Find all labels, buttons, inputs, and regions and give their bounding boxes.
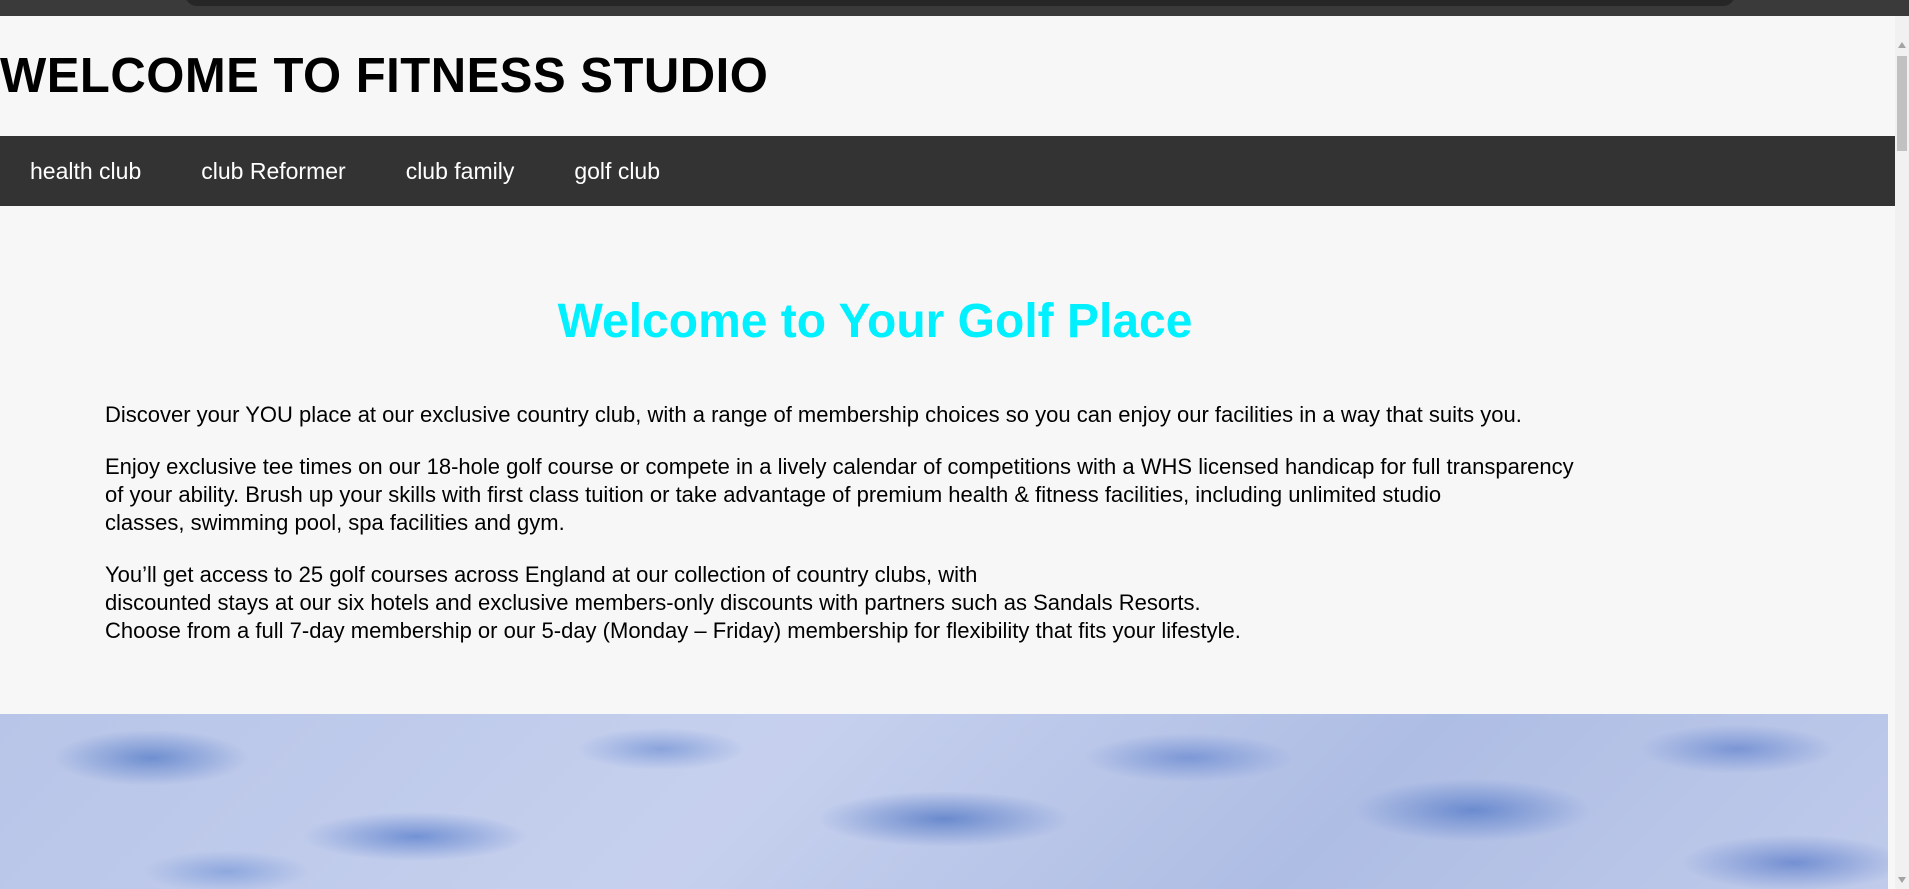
golf-paragraph: Enjoy exclusive tee times on our 18-hole…: [105, 453, 1745, 537]
scrollbar-thumb[interactable]: [1897, 56, 1907, 151]
page-content: WELCOME TO FITNESS STUDIO health club cl…: [0, 16, 1895, 889]
nav-item-golf-club[interactable]: golf club: [544, 158, 690, 185]
browser-top-bar: [0, 0, 1909, 16]
content-section: Discover your YOU place at our exclusive…: [105, 401, 1745, 669]
intro-paragraph: Discover your YOU place at our exclusive…: [105, 402, 1522, 427]
browser-address-bar[interactable]: [185, 0, 1735, 6]
membership-paragraph-line: You’ll get access to 25 golf courses acr…: [105, 562, 978, 587]
golf-paragraph-line: of your ability. Brush up your skills wi…: [105, 482, 1442, 507]
scroll-down-arrow-icon[interactable]: [1898, 877, 1906, 883]
nav-item-health-club[interactable]: health club: [0, 158, 171, 185]
nav-item-club-family[interactable]: club family: [376, 158, 545, 185]
hero-heading: Welcome to Your Golf Place: [557, 295, 1193, 348]
golf-paragraph-line: classes, swimming pool, spa facilities a…: [105, 510, 565, 535]
main-navigation: health club club Reformer club family go…: [0, 136, 1895, 206]
scroll-up-arrow-icon[interactable]: [1898, 42, 1906, 48]
site-title: WELCOME TO FITNESS STUDIO: [0, 49, 769, 103]
membership-paragraph-line: discounted stays at our six hotels and e…: [105, 590, 1201, 615]
nav-item-club-reformer[interactable]: club Reformer: [171, 158, 375, 185]
golf-paragraph-line: Enjoy exclusive tee times on our 18-hole…: [105, 454, 1574, 479]
vertical-scrollbar[interactable]: [1895, 16, 1909, 889]
membership-paragraph-line: Choose from a full 7-day membership or o…: [105, 618, 1241, 643]
hero-banner-image: [0, 714, 1888, 889]
membership-paragraph: You’ll get access to 25 golf courses acr…: [105, 561, 1745, 645]
